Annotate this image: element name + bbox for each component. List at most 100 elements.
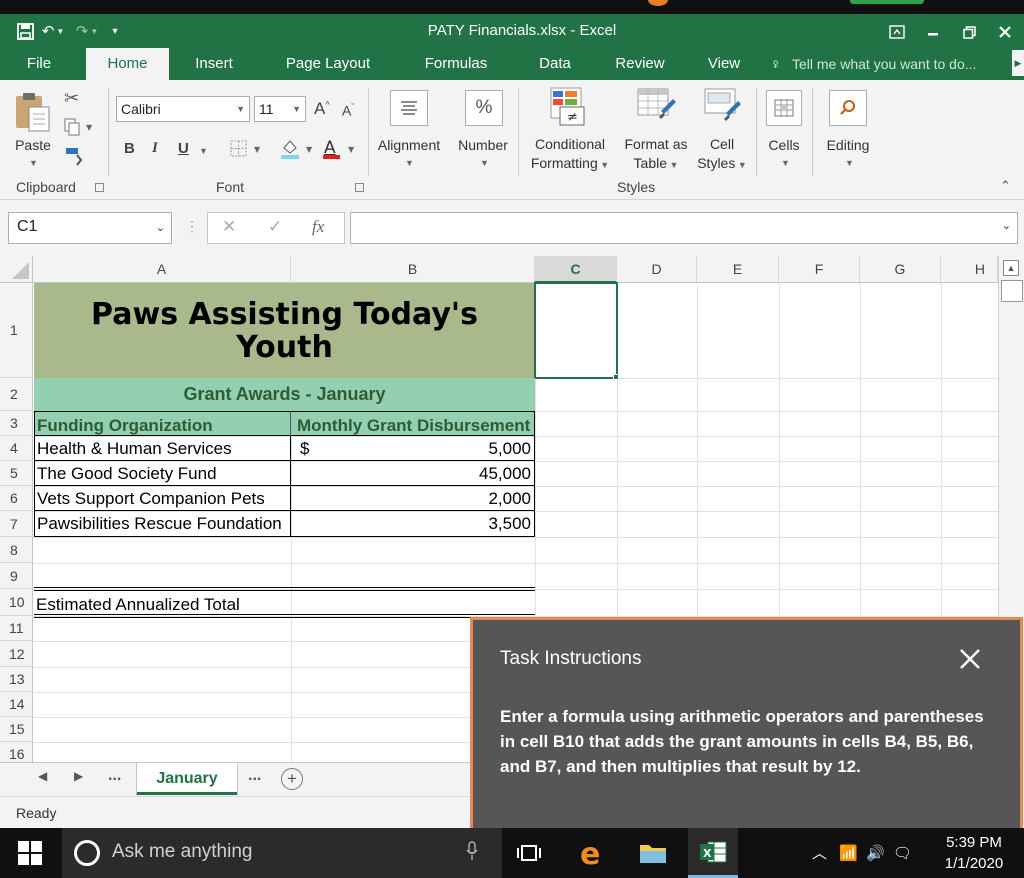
row-header-7[interactable]: 7 <box>0 511 33 537</box>
font-color-icon[interactable]: A ▼ <box>322 137 358 166</box>
task-view-icon[interactable] <box>504 828 554 878</box>
column-header-h[interactable]: H <box>941 256 998 283</box>
cell-b6[interactable]: 2,000 <box>291 486 535 511</box>
name-box[interactable]: C1 ⌄ <box>8 212 172 244</box>
borders-icon[interactable]: ▼ <box>230 140 264 163</box>
cell-a6[interactable]: Vets Support Companion Pets <box>34 486 291 511</box>
cells-button[interactable]: Cells <box>756 137 812 153</box>
tab-data[interactable]: Data <box>530 48 580 80</box>
column-header-b[interactable]: B <box>291 256 535 283</box>
alignment-icon[interactable] <box>390 90 428 126</box>
tab-review[interactable]: Review <box>608 48 672 80</box>
underline-dropdown-icon[interactable]: ▼ <box>199 146 208 156</box>
file-explorer-icon[interactable] <box>628 828 678 878</box>
alignment-button[interactable]: Alignment <box>370 137 448 153</box>
scroll-thumb[interactable] <box>1001 280 1023 302</box>
cell-b4[interactable]: $ 5,000 <box>291 436 535 461</box>
cancel-icon[interactable]: ✕ <box>222 217 236 237</box>
close-icon[interactable] <box>957 647 983 673</box>
conditional-formatting-icon[interactable]: ≠ <box>550 87 590 132</box>
editing-button[interactable]: Editing <box>816 137 880 153</box>
cell-a1-title[interactable]: Paws Assisting Today's Youth <box>34 283 535 378</box>
font-launcher-icon[interactable] <box>355 183 364 192</box>
row-header-14[interactable]: 14 <box>0 692 33 717</box>
action-center-icon[interactable]: 🗨 <box>893 845 912 862</box>
format-painter-icon[interactable] <box>64 146 86 171</box>
row-header-5[interactable]: 5 <box>0 461 33 486</box>
microphone-icon[interactable] <box>466 841 478 866</box>
alignment-dropdown-icon[interactable]: ▼ <box>405 158 414 168</box>
format-as-table-button[interactable]: Format as Table ▼ <box>616 135 696 175</box>
cut-icon[interactable]: ✂ <box>64 88 79 109</box>
cell-styles-icon[interactable] <box>704 87 744 132</box>
chevron-up-icon[interactable]: ︿ <box>812 845 827 862</box>
tab-formulas[interactable]: Formulas <box>414 48 498 80</box>
sheet-nav-more[interactable]: ... <box>108 767 121 785</box>
column-header-a[interactable]: A <box>33 256 291 283</box>
copy-icon[interactable]: ▼ <box>64 118 94 141</box>
add-sheet-icon[interactable]: + <box>281 768 303 790</box>
windows-start-icon[interactable] <box>18 841 42 865</box>
row-header-16[interactable]: 16 <box>0 742 33 762</box>
column-header-c[interactable]: C <box>535 256 617 283</box>
number-dropdown-icon[interactable]: ▼ <box>480 158 489 168</box>
number-button[interactable]: Number <box>450 137 516 153</box>
italic-button[interactable]: I <box>152 140 158 157</box>
close-window-icon[interactable] <box>992 20 1018 44</box>
cell-b7[interactable]: 3,500 <box>291 511 535 537</box>
paste-button[interactable]: Paste <box>12 137 54 153</box>
cells-dropdown-icon[interactable]: ▼ <box>781 158 790 168</box>
tab-view[interactable]: View <box>698 48 750 80</box>
paste-dropdown-icon[interactable]: ▼ <box>29 158 38 168</box>
format-as-table-icon[interactable] <box>637 87 677 132</box>
percent-icon[interactable]: % <box>465 90 503 126</box>
row-header-8[interactable]: 8 <box>0 537 33 563</box>
row-header-1[interactable]: 1 <box>0 283 33 378</box>
column-header-f[interactable]: F <box>779 256 860 283</box>
cells-icon[interactable] <box>766 90 802 126</box>
cell-a3-header[interactable]: Funding Organization <box>34 411 291 436</box>
paste-icon[interactable] <box>13 90 53 134</box>
collapse-ribbon-icon[interactable]: ⌃ <box>1000 178 1011 194</box>
cell-a7[interactable]: Pawsibilities Rescue Foundation <box>34 511 291 537</box>
excel-taskbar-icon[interactable]: X <box>688 828 738 878</box>
cell-a4[interactable]: Health & Human Services <box>34 436 291 461</box>
column-header-d[interactable]: D <box>617 256 697 283</box>
bold-button[interactable]: B <box>124 140 135 157</box>
tab-page-layout[interactable]: Page Layout <box>276 48 380 80</box>
column-header-g[interactable]: G <box>860 256 941 283</box>
clock[interactable]: 5:39 PM 1/1/2020 <box>938 832 1010 874</box>
scroll-up-icon[interactable]: ▲ <box>1003 260 1019 276</box>
enter-icon[interactable]: ✓ <box>268 217 282 237</box>
row-header-12[interactable]: 12 <box>0 641 33 667</box>
grow-font-button[interactable]: A^ <box>314 99 330 119</box>
row-header-2[interactable]: 2 <box>0 378 33 411</box>
row-header-11[interactable]: 11 <box>0 616 33 641</box>
cell-b10-total[interactable] <box>291 591 535 616</box>
fill-color-icon[interactable]: ▼ <box>280 138 316 165</box>
next-sheet-icon[interactable]: ▶ <box>74 769 83 783</box>
insert-function-icon[interactable]: fx <box>312 217 324 237</box>
cell-b5[interactable]: 45,000 <box>291 461 535 486</box>
row-header-13[interactable]: 13 <box>0 667 33 692</box>
volume-icon[interactable]: 🔊 <box>866 845 885 862</box>
edge-icon[interactable]: e <box>568 828 618 878</box>
formula-input[interactable]: ⌄ <box>350 212 1018 244</box>
row-header-6[interactable]: 6 <box>0 486 33 511</box>
sheet-more[interactable]: ... <box>248 767 261 785</box>
cell-a2-subtitle[interactable]: Grant Awards - January <box>34 378 535 411</box>
cell-c1-selected[interactable] <box>534 282 618 379</box>
menu-scroll-right-icon[interactable]: ▶ <box>1012 50 1024 76</box>
row-header-15[interactable]: 15 <box>0 717 33 742</box>
prev-sheet-icon[interactable]: ◀ <box>38 769 47 783</box>
select-all-corner[interactable] <box>0 256 33 283</box>
restore-icon[interactable] <box>956 20 982 44</box>
sheet-tab-january[interactable]: January <box>137 763 237 795</box>
row-header-4[interactable]: 4 <box>0 436 33 461</box>
shrink-font-button[interactable]: Aˇ <box>342 102 354 119</box>
cortana-search-box[interactable]: Ask me anything <box>62 828 502 878</box>
underline-button[interactable]: U <box>178 140 189 157</box>
tab-file[interactable]: File <box>14 48 64 80</box>
cell-b3-header[interactable]: Monthly Grant Disbursement <box>291 411 535 436</box>
tab-home[interactable]: Home <box>86 48 169 80</box>
